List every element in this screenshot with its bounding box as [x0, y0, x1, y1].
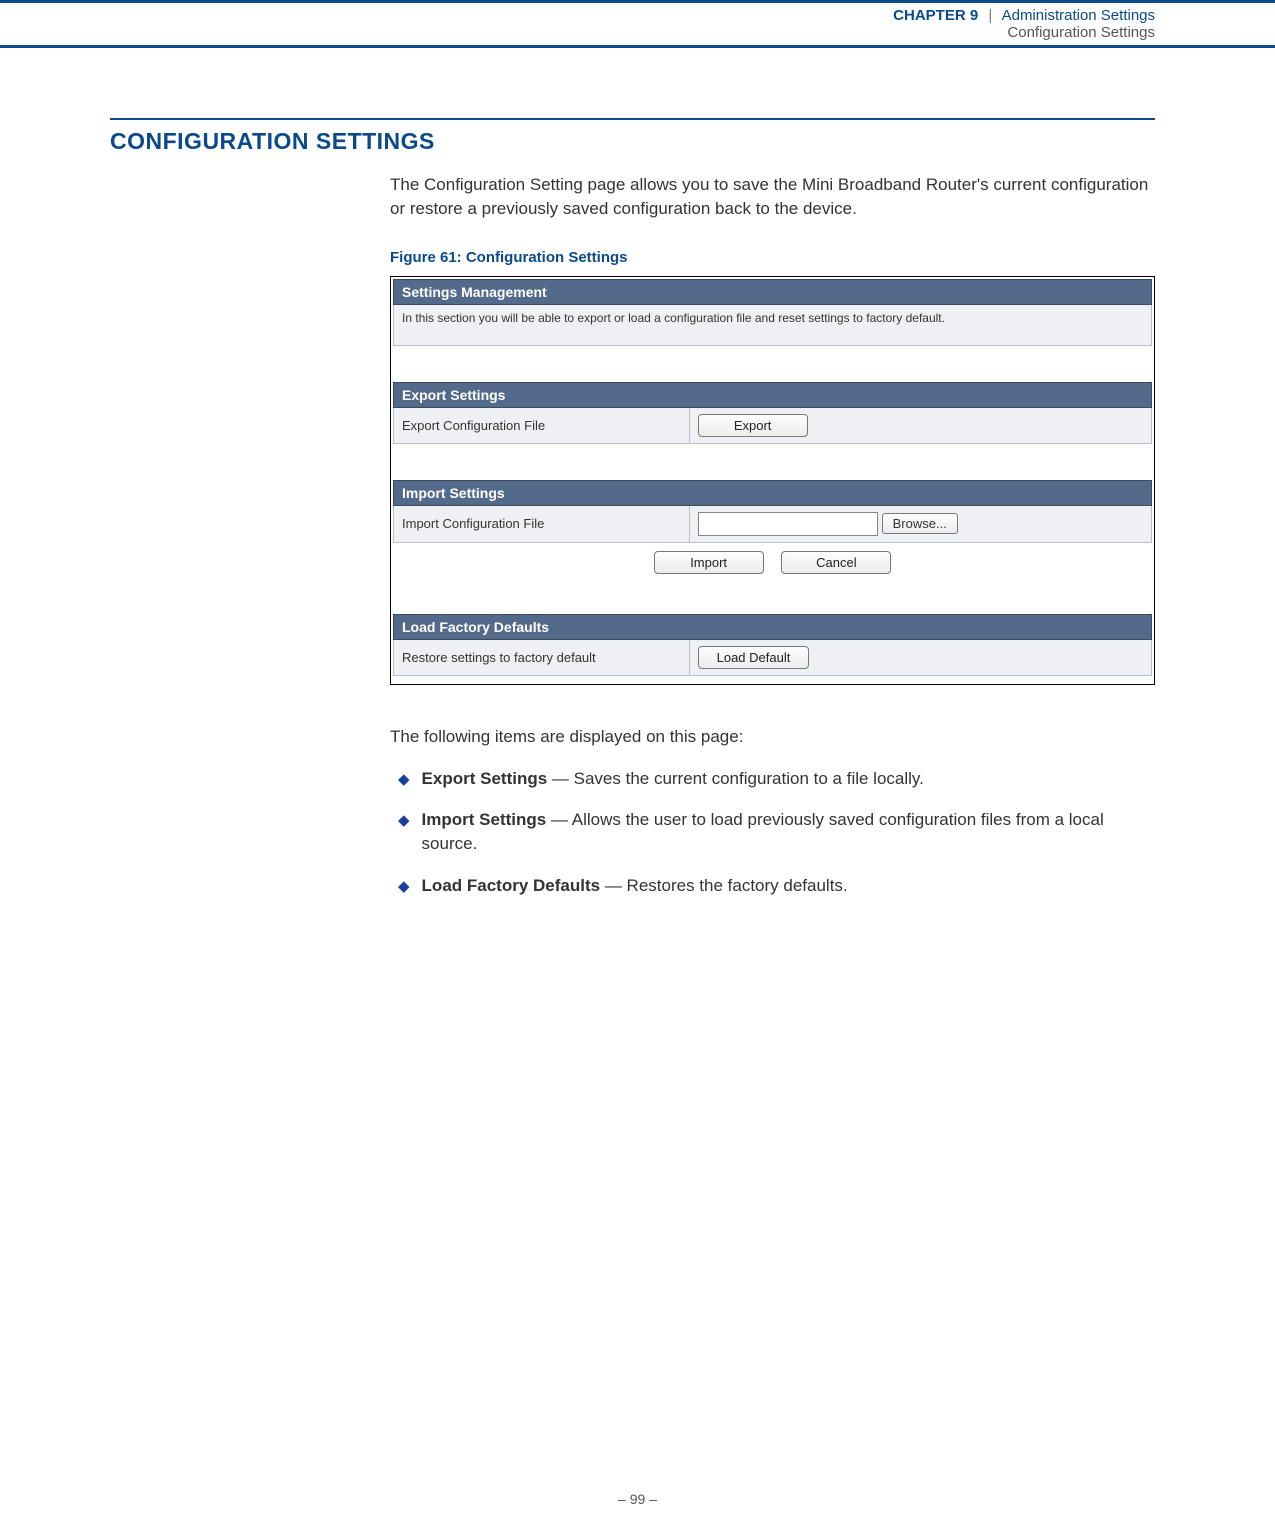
breadcrumb-sub: Configuration Settings [0, 24, 1155, 41]
diamond-icon: ◆ [398, 876, 410, 898]
factory-label: Restore settings to factory default [394, 639, 690, 675]
diamond-icon: ◆ [398, 769, 410, 791]
factory-defaults-header: Load Factory Defaults [394, 614, 1152, 639]
separator: | [988, 7, 992, 24]
list-item: ◆ Load Factory Defaults — Restores the f… [390, 874, 1155, 898]
screenshot-figure: Settings Management In this section you … [390, 276, 1155, 685]
list-item: ◆ Export Settings — Saves the current co… [390, 767, 1155, 791]
chapter-label: CHAPTER 9 [893, 7, 978, 24]
section-title: CONFIGURATION SETTINGS [110, 128, 1155, 155]
cancel-button[interactable]: Cancel [781, 551, 891, 574]
list-item: ◆ Import Settings — Allows the user to l… [390, 808, 1155, 856]
settings-management-header: Settings Management [393, 279, 1152, 305]
breadcrumb-main: Administration Settings [1002, 7, 1155, 24]
export-label: Export Configuration File [394, 407, 690, 443]
browse-button[interactable]: Browse... [882, 513, 958, 534]
term-import: Import Settings [422, 810, 547, 829]
export-settings-header: Export Settings [394, 382, 1152, 407]
items-intro: The following items are displayed on thi… [390, 727, 1155, 747]
load-default-button[interactable]: Load Default [698, 646, 810, 669]
export-button[interactable]: Export [698, 414, 808, 437]
term-export: Export Settings [422, 769, 548, 788]
section-rule [110, 118, 1155, 120]
import-settings-header: Import Settings [394, 480, 1152, 505]
page-number: – 99 – [0, 1491, 1275, 1507]
desc-factory: — Restores the factory defaults. [600, 876, 848, 895]
desc-export: — Saves the current configuration to a f… [547, 769, 924, 788]
import-button[interactable]: Import [654, 551, 764, 574]
settings-management-desc: In this section you will be able to expo… [393, 305, 1152, 346]
intro-paragraph: The Configuration Setting page allows yo… [390, 173, 1155, 221]
import-file-input[interactable] [698, 512, 878, 536]
page-header: CHAPTER 9 | Administration Settings Conf… [0, 0, 1275, 48]
import-label: Import Configuration File [394, 505, 690, 542]
term-factory: Load Factory Defaults [422, 876, 601, 895]
figure-caption: Figure 61: Configuration Settings [390, 249, 1155, 266]
diamond-icon: ◆ [398, 810, 410, 856]
